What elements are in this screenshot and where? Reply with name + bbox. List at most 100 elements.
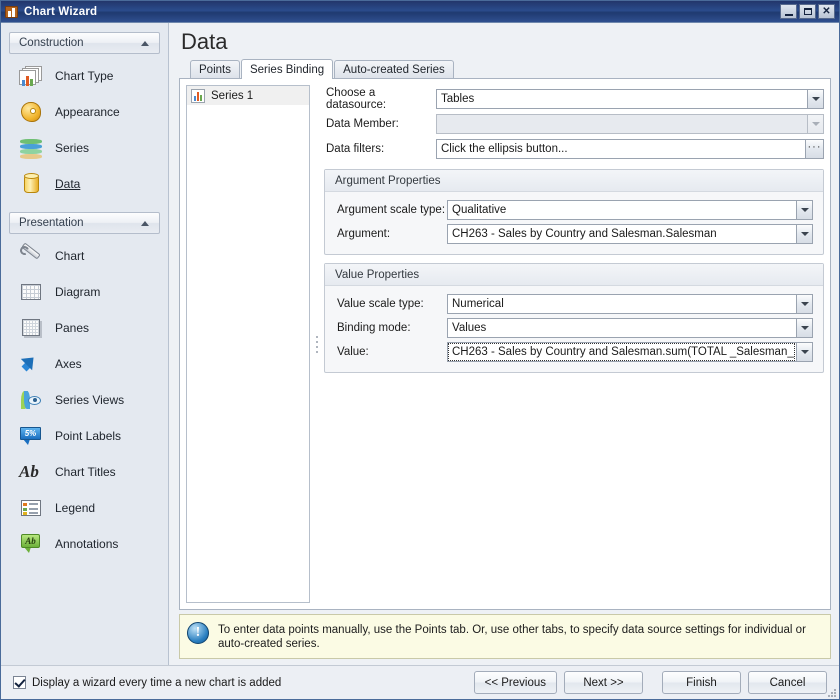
chevron-down-icon — [800, 349, 809, 354]
argument-input[interactable]: CH263 - Sales by Country and Salesman.Sa… — [447, 223, 796, 244]
sidebar-item-legend-label: Legend — [55, 501, 96, 515]
sidebar-item-panes[interactable]: Panes — [1, 310, 168, 346]
field-data-filters-label: Data filters: — [326, 143, 385, 155]
argument-properties-group: Argument Properties Argument scale type:… — [324, 169, 824, 255]
sidebar-item-chart[interactable]: Chart — [1, 238, 168, 274]
chart-wizard-icon — [5, 5, 19, 19]
palette-icon — [18, 99, 44, 125]
display-wizard-checkbox-label: Display a wizard every time a new chart … — [32, 676, 282, 689]
display-wizard-checkbox-wrap[interactable]: Display a wizard every time a new chart … — [13, 676, 474, 689]
panel-splitter[interactable] — [310, 85, 324, 603]
point-label-icon: 5% — [18, 423, 44, 449]
data-member-dropdown-button[interactable] — [807, 114, 824, 134]
sidebar-item-diagram[interactable]: Diagram — [1, 274, 168, 310]
field-argument-label: Argument: — [337, 227, 391, 240]
chevron-down-icon — [800, 301, 809, 306]
sidebar-item-panes-label: Panes — [55, 321, 90, 335]
field-data-member-label: Data Member: — [326, 118, 399, 130]
series-list[interactable]: Series 1 — [186, 85, 310, 603]
finish-button[interactable]: Finish — [662, 671, 741, 694]
sidebar-item-chart-label: Chart — [55, 249, 85, 263]
data-filters-ellipsis-button[interactable]: ··· — [805, 139, 824, 159]
choose-datasource-dropdown-button[interactable] — [807, 89, 824, 109]
previous-button[interactable]: << Previous — [473, 671, 557, 694]
series-binding-panel: Series 1 Choose a datasource: Tables Dat… — [179, 78, 831, 610]
argument-dropdown-button[interactable] — [796, 223, 813, 244]
sidebar-item-axes-label: Axes — [55, 357, 82, 371]
resize-grip-icon[interactable] — [825, 686, 837, 698]
chevron-down-icon — [800, 325, 809, 330]
grid-icon — [18, 279, 44, 305]
title-bar: Chart Wizard ✕ — [1, 1, 839, 22]
tab-auto-created-series[interactable]: Auto-created Series — [334, 60, 454, 78]
close-icon: ✕ — [822, 5, 831, 17]
cancel-button[interactable]: Cancel — [748, 671, 827, 694]
argument-scale-type-input[interactable]: Qualitative — [447, 199, 796, 220]
sidebar-item-appearance-label: Appearance — [55, 105, 120, 119]
annotation-icon: Ab — [18, 531, 44, 557]
sidebar-item-series[interactable]: Series — [1, 130, 168, 166]
point-label-badge: 5% — [20, 427, 41, 440]
next-button[interactable]: Next >> — [564, 671, 643, 694]
field-binding-mode-label: Binding mode: — [337, 321, 411, 334]
sidebar-item-axes[interactable]: Axes — [1, 346, 168, 382]
field-binding-mode: Binding mode: Values — [335, 316, 813, 339]
sidebar-item-chart-type-label: Chart Type — [55, 69, 114, 83]
field-value-scale-type-label: Value scale type: — [337, 297, 424, 310]
sidebar-item-appearance[interactable]: Appearance — [1, 94, 168, 130]
tab-series-binding[interactable]: Series Binding — [240, 59, 334, 79]
ab-text-icon: Ab — [18, 459, 44, 485]
value-scale-type-input[interactable]: Numerical — [447, 293, 796, 314]
value-input[interactable]: CH263 - Sales by Country and Salesman.su… — [447, 341, 796, 362]
wrench-icon — [18, 242, 44, 269]
binding-mode-dropdown-button[interactable] — [796, 317, 813, 338]
list-item[interactable]: Series 1 — [187, 86, 309, 105]
field-argument: Argument: CH263 - Sales by Country and S… — [335, 222, 813, 245]
sidebar-item-chart-type[interactable]: Chart Type — [1, 58, 168, 94]
sidebar-item-point-labels[interactable]: 5% Point Labels — [1, 418, 168, 454]
sidebar: Construction Chart Type Appearance Serie… — [1, 23, 169, 665]
series-waves-icon — [18, 135, 44, 161]
sidebar-item-chart-titles[interactable]: Ab Chart Titles — [1, 454, 168, 490]
sidebar-item-data[interactable]: Data — [1, 166, 168, 202]
dialog-footer: Display a wizard every time a new chart … — [1, 665, 839, 699]
display-wizard-checkbox[interactable] — [13, 676, 26, 689]
chevron-up-icon — [141, 220, 149, 226]
choose-datasource-input[interactable]: Tables — [436, 89, 807, 109]
minimize-button[interactable] — [780, 4, 797, 19]
ab-text-glyph: Ab — [19, 462, 39, 481]
sidebar-item-legend[interactable]: Legend — [1, 490, 168, 526]
window-body: Construction Chart Type Appearance Serie… — [1, 22, 839, 665]
binding-mode-input[interactable]: Values — [447, 317, 796, 338]
database-icon — [18, 171, 44, 197]
page-title: Data — [181, 29, 228, 54]
value-properties-title: Value Properties — [325, 264, 823, 286]
chart-wizard-window: Chart Wizard ✕ Construction Chart Type A… — [0, 0, 840, 700]
sidebar-group-construction[interactable]: Construction — [9, 32, 160, 54]
value-dropdown-button[interactable] — [796, 341, 813, 362]
chevron-down-icon — [811, 97, 820, 101]
nav-button-group: << Previous Next >> — [473, 671, 643, 694]
tab-points[interactable]: Points — [190, 60, 240, 78]
minimize-icon — [784, 13, 793, 16]
maximize-button[interactable] — [799, 4, 816, 19]
sidebar-group-presentation[interactable]: Presentation — [9, 212, 160, 234]
data-filters-input[interactable]: Click the ellipsis button... — [436, 139, 805, 159]
sidebar-item-series-views-label: Series Views — [55, 393, 125, 407]
sidebar-item-series-label: Series — [55, 141, 90, 155]
legend-icon — [18, 495, 44, 521]
field-value: Value: CH263 - Sales by Country and Sale… — [335, 340, 813, 363]
field-value-label: Value: — [337, 345, 369, 358]
chevron-up-icon — [141, 40, 149, 46]
tab-points-label: Points — [199, 63, 231, 76]
close-button[interactable]: ✕ — [818, 4, 835, 19]
window-controls: ✕ — [780, 4, 837, 19]
sidebar-item-annotations[interactable]: Ab Annotations — [1, 526, 168, 562]
list-item-label: Series 1 — [211, 89, 254, 102]
sidebar-item-series-views[interactable]: Series Views — [1, 382, 168, 418]
data-member-input[interactable] — [436, 114, 807, 134]
value-scale-type-dropdown-button[interactable] — [796, 293, 813, 314]
chevron-down-icon — [800, 231, 809, 236]
argument-scale-type-dropdown-button[interactable] — [796, 199, 813, 220]
field-value-scale-type: Value scale type: Numerical — [335, 292, 813, 315]
